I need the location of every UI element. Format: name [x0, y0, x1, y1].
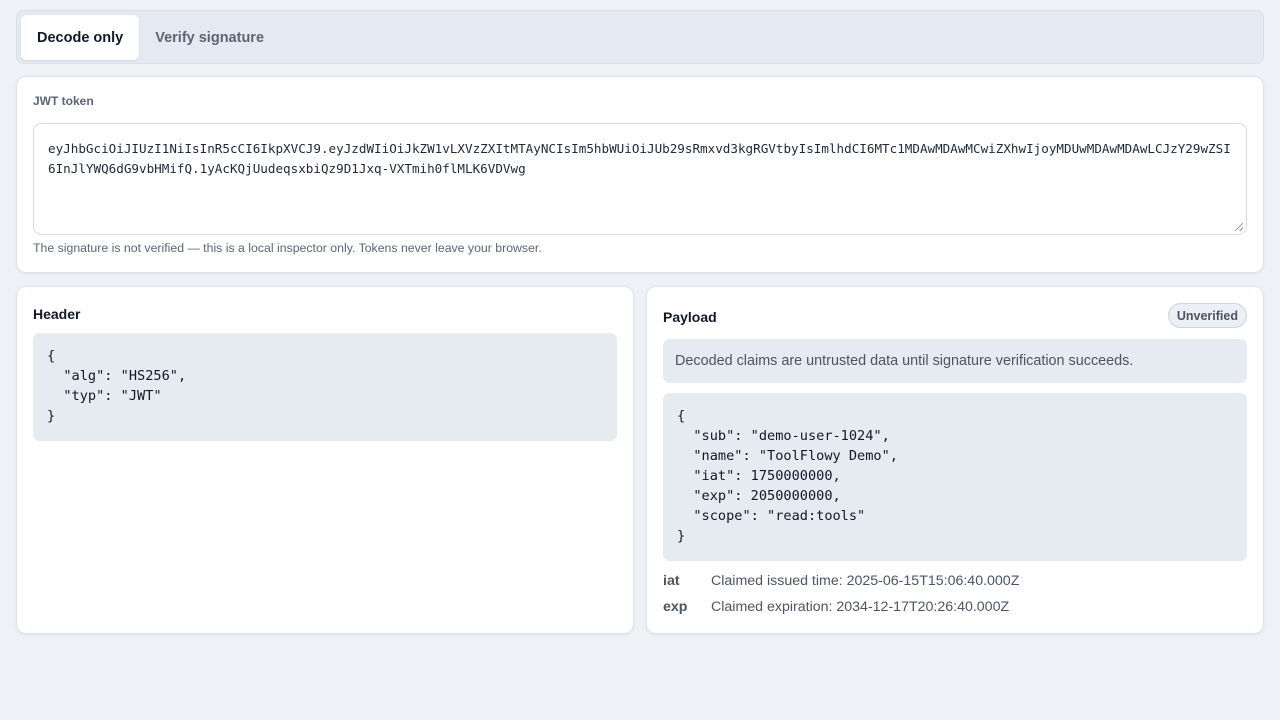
token-card: JWT token eyJhbGciOiJIUzI1NiIsInR5cCI6Ik… — [16, 76, 1264, 273]
payload-json: { "sub": "demo-user-1024", "name": "Tool… — [663, 393, 1247, 561]
token-label: JWT token — [33, 94, 94, 108]
resize-handle-icon[interactable] — [1235, 223, 1243, 231]
unverified-badge: Unverified — [1167, 303, 1247, 328]
claim-value: Claimed expiration: 2034-12-17T20:26:40.… — [711, 599, 1010, 615]
tab-verify-signature[interactable]: Verify signature — [139, 15, 280, 60]
payload-title: Payload — [663, 309, 717, 325]
jwt-token-input[interactable]: eyJhbGciOiJIUzI1NiIsInR5cCI6IkpXVCJ9.eyJ… — [33, 123, 1247, 235]
mode-tabs: Decode only Verify signature — [16, 10, 1264, 64]
header-panel: Header { "alg": "HS256", "typ": "JWT" } — [16, 286, 634, 634]
claim-key: iat — [663, 573, 680, 589]
claim-row-exp: exp Claimed expiration: 2034-12-17T20:26… — [663, 599, 1009, 615]
claim-key: exp — [663, 599, 688, 615]
untrusted-notice: Decoded claims are untrusted data until … — [663, 339, 1247, 383]
header-title: Header — [33, 306, 81, 322]
claim-value: Claimed issued time: 2025-06-15T15:06:40… — [711, 573, 1020, 589]
payload-panel: Payload Unverified Decoded claims are un… — [646, 286, 1264, 634]
jwt-inspector: Decode only Verify signature JWT token e… — [0, 0, 1280, 720]
tab-decode-only[interactable]: Decode only — [21, 15, 140, 60]
token-note: The signature is not verified — this is … — [33, 241, 542, 255]
claim-row-iat: iat Claimed issued time: 2025-06-15T15:0… — [663, 573, 1019, 589]
jwt-token-value: eyJhbGciOiJIUzI1NiIsInR5cCI6IkpXVCJ9.eyJ… — [48, 141, 1231, 176]
header-json: { "alg": "HS256", "typ": "JWT" } — [33, 333, 617, 441]
